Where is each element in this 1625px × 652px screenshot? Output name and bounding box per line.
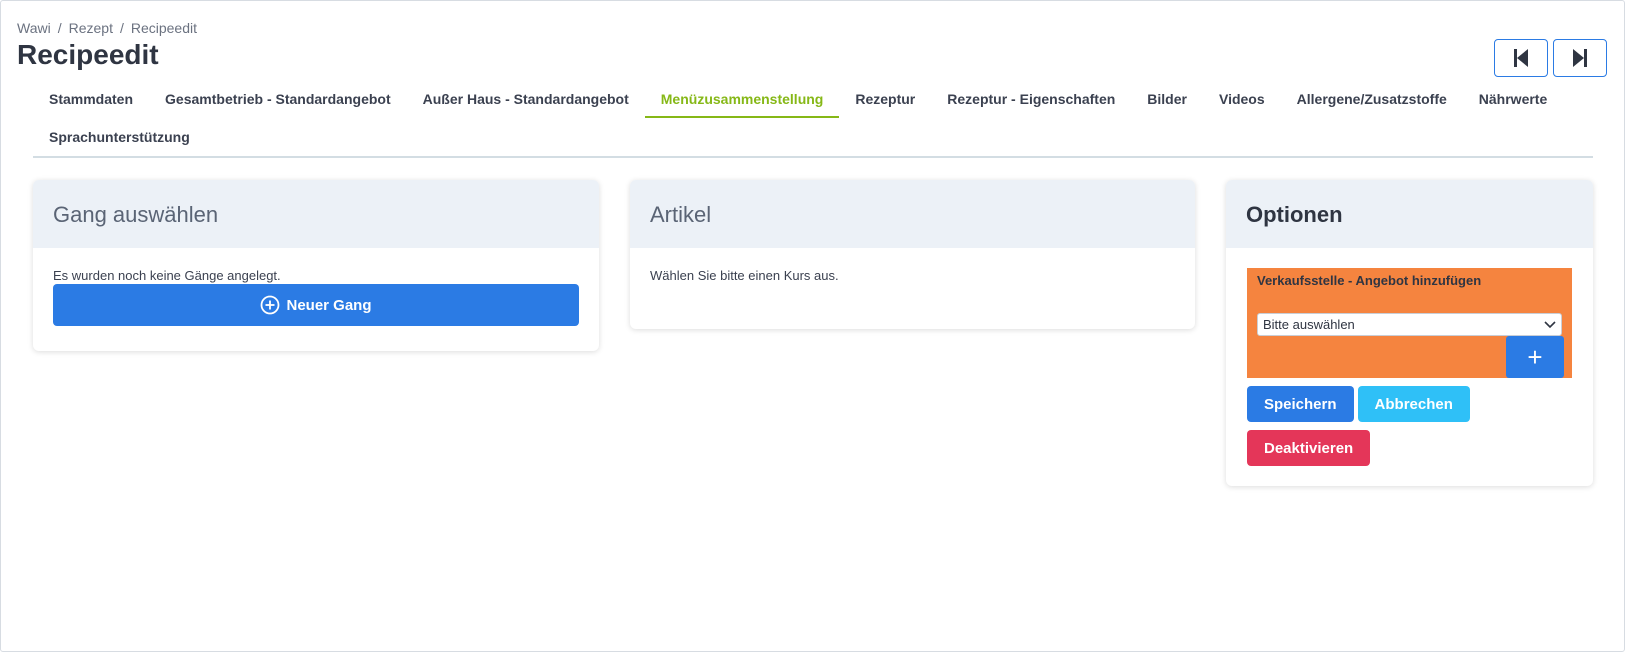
tab-ausser-haus-standardangebot[interactable]: Außer Haus - Standardangebot: [407, 80, 645, 118]
tab-stammdaten[interactable]: Stammdaten: [33, 80, 149, 118]
tab-sprachunterstuetzung[interactable]: Sprachunterstützung: [33, 118, 206, 156]
select-course-hint: Wählen Sie bitte einen Kurs aus.: [650, 268, 839, 283]
tab-naehrwerte[interactable]: Nährwerte: [1463, 80, 1563, 118]
no-courses-text: Es wurden noch keine Gänge angelegt.: [53, 268, 281, 283]
sales-point-select[interactable]: Bitte auswählen: [1257, 313, 1562, 336]
new-course-label: Neuer Gang: [286, 296, 372, 314]
sales-point-label: Verkaufsstelle - Angebot hinzufügen: [1257, 273, 1482, 288]
options-card: Optionen Verkaufsstelle - Angebot hinzuf…: [1226, 180, 1593, 486]
save-button[interactable]: Speichern: [1247, 386, 1354, 422]
breadcrumb-separator: /: [119, 20, 124, 36]
tab-allergene-zusatzstoffe[interactable]: Allergene/Zusatzstoffe: [1281, 80, 1463, 118]
page-title: Recipeedit: [17, 39, 159, 70]
breadcrumb-separator: /: [57, 20, 62, 36]
chevron-down-icon: [1544, 320, 1556, 328]
first-record-button[interactable]: [1494, 39, 1548, 77]
add-sales-point-button[interactable]: +: [1506, 336, 1564, 378]
tab-bilder[interactable]: Bilder: [1131, 80, 1203, 118]
breadcrumb-rezept[interactable]: Rezept: [69, 20, 113, 36]
artikel-card: Artikel Wählen Sie bitte einen Kurs aus.: [630, 180, 1195, 329]
breadcrumb: Wawi / Rezept / Recipeedit: [17, 20, 197, 36]
skip-to-start-icon: [1514, 49, 1528, 67]
tab-rezeptur[interactable]: Rezeptur: [839, 80, 931, 118]
tab-gesamtbetrieb-standardangebot[interactable]: Gesamtbetrieb - Standardangebot: [149, 80, 407, 118]
artikel-card-title: Artikel: [630, 180, 1195, 248]
plus-circle-icon: [261, 295, 280, 315]
tab-menuezusammenstellung[interactable]: Menüzusammenstellung: [644, 80, 840, 118]
options-card-title: Optionen: [1226, 180, 1593, 248]
new-course-button[interactable]: Neuer Gang: [53, 284, 579, 326]
tab-bar: Stammdaten Gesamtbetrieb - Standardangeb…: [33, 80, 1593, 158]
gang-card-title: Gang auswählen: [33, 180, 599, 248]
last-record-button[interactable]: [1553, 39, 1607, 77]
gang-card: Gang auswählen Es wurden noch keine Gäng…: [33, 180, 599, 351]
deactivate-button[interactable]: Deaktivieren: [1247, 430, 1371, 466]
breadcrumb-wawi[interactable]: Wawi: [17, 20, 51, 36]
tab-rezeptur-eigenschaften[interactable]: Rezeptur - Eigenschaften: [931, 80, 1131, 118]
sales-point-select-value: Bitte auswählen: [1263, 317, 1355, 332]
skip-to-end-icon: [1573, 49, 1587, 67]
cancel-button[interactable]: Abbrechen: [1357, 386, 1470, 422]
sales-point-panel: Verkaufsstelle - Angebot hinzufügen Bitt…: [1247, 268, 1572, 378]
tab-videos[interactable]: Videos: [1203, 80, 1281, 118]
record-navigation: [1494, 39, 1607, 77]
breadcrumb-current: Recipeedit: [130, 20, 197, 36]
